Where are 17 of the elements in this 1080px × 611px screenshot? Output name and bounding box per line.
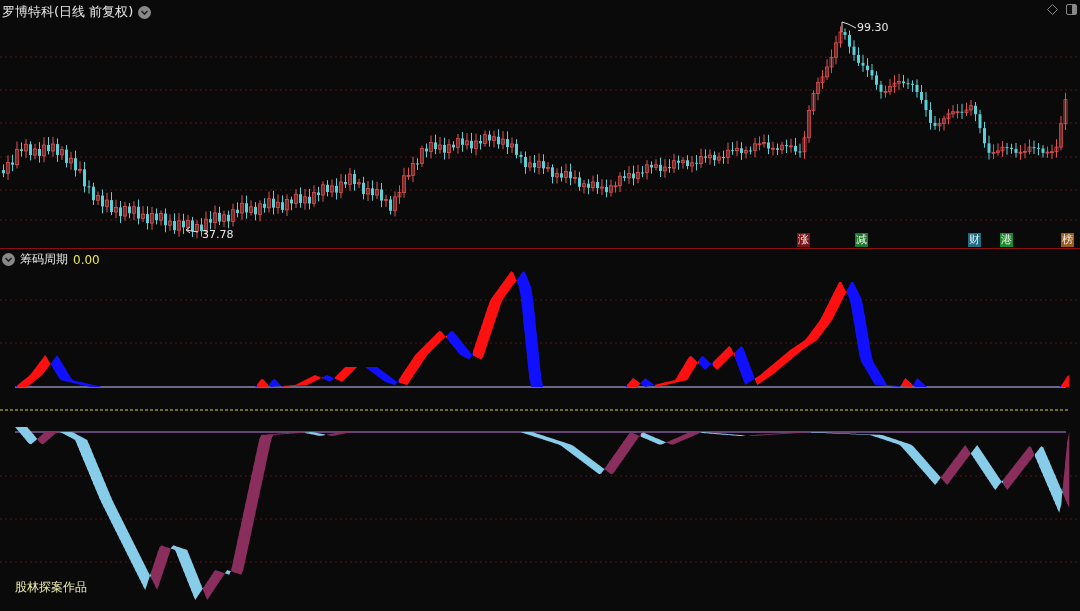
event-tag[interactable]: 减 — [855, 233, 868, 247]
arrow-icon — [185, 226, 199, 234]
dropdown-icon[interactable] — [138, 5, 152, 19]
event-tag[interactable]: 港 — [1000, 233, 1013, 247]
low-price-label: 37.78 — [202, 228, 234, 241]
event-tag[interactable]: 榜 — [1061, 233, 1074, 247]
stock-title: 罗博特科(日线 前复权) — [2, 3, 134, 21]
panel-icon[interactable] — [1066, 4, 1077, 15]
indicator-value: 0.00 — [73, 252, 100, 267]
indicator-name: 筹码周期 — [20, 251, 68, 268]
event-tag[interactable]: 财 — [968, 233, 981, 247]
event-tag[interactable]: 涨 — [797, 233, 810, 247]
diamond-icon[interactable] — [1047, 4, 1058, 15]
dropdown-icon[interactable] — [2, 253, 15, 266]
pointer-icon — [841, 21, 857, 33]
credit-text: 股林探案作品 — [15, 579, 87, 596]
high-price-label: 99.30 — [857, 21, 889, 34]
